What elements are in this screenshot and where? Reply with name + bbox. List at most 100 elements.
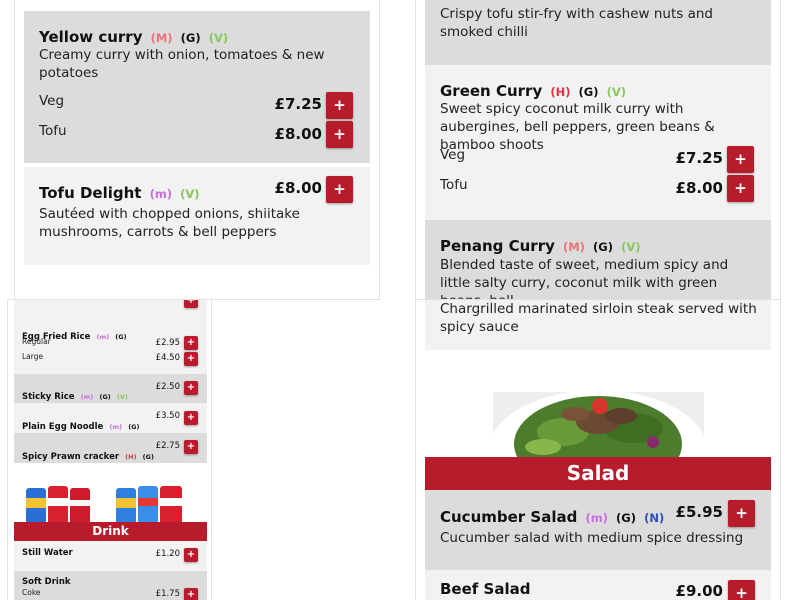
tag-hot: (H): [125, 453, 137, 461]
menu-item-penang-curry: Penang Curry (M) (G) (V) Blended taste o…: [425, 220, 771, 299]
add-to-cart-button[interactable]: +: [184, 548, 198, 562]
menu-item-yellow-curry: Yellow curry (M) (G) (V) Creamy curry wi…: [24, 11, 370, 163]
item-price: £2.75: [155, 441, 180, 451]
item-description: Crispy tofu stir-fry with cashew nuts an…: [440, 6, 713, 40]
salad-image: [493, 392, 704, 458]
tag-gluten: (G): [142, 453, 154, 461]
tag-medium: (M): [562, 240, 585, 254]
variant-label: Tofu: [440, 177, 468, 193]
add-to-cart-button[interactable]: +: [326, 121, 353, 148]
add-to-cart-button[interactable]: +: [184, 352, 198, 366]
item-name: Still Water: [22, 548, 73, 558]
item-name: Tofu Delight: [39, 184, 142, 202]
tag-vegan: (V): [606, 85, 627, 99]
item-name: Green Curry: [440, 82, 543, 100]
tag-gluten: (G): [578, 85, 599, 99]
variant-price: £8.00: [274, 125, 322, 143]
menu-item-soft-drink: Soft Drink Coke £1.75 +: [14, 571, 207, 600]
menu-panel-salads: Chargrilled marinated sirloin steak serv…: [415, 299, 781, 600]
item-description: Sweet spicy coconut milk curry with aube…: [440, 101, 715, 153]
tag-vegan: (V): [208, 31, 229, 45]
variant-label: Large: [22, 352, 44, 361]
tag-medium: (M): [150, 31, 173, 45]
menu-item-beef-salad: Beef Salad £9.00 +: [425, 570, 771, 600]
tag-mild: (m): [96, 333, 110, 341]
tag-gluten: (G): [180, 31, 201, 45]
menu-panel-curries-left: Yellow curry (M) (G) (V) Creamy curry wi…: [14, 0, 380, 300]
drinks-image: [24, 482, 196, 524]
menu-item-spicy-prawn-cracker: Spicy Prawn cracker (H) (G) £2.75 +: [14, 433, 207, 463]
item-description: Blended taste of sweet, medium spicy and…: [440, 257, 729, 299]
item-name: Penang Curry: [440, 237, 555, 255]
item-name: Yellow curry: [39, 28, 143, 46]
tag-mild: (m): [80, 393, 94, 401]
menu-item-still-water: Still Water £1.20 +: [14, 541, 207, 571]
menu-panel-curries-right: Crispy tofu stir-fry with cashew nuts an…: [415, 0, 781, 300]
add-to-cart-button[interactable]: +: [184, 336, 198, 350]
tag-gluten: (G): [593, 240, 613, 254]
variant-price: £4.50: [155, 353, 180, 363]
tag-gluten: (G): [616, 511, 636, 525]
menu-item-plain-egg-noodle: Plain Egg Noodle (m) (G) £3.50 +: [14, 403, 207, 433]
variant-price: £2.95: [155, 338, 180, 348]
tag-mild: (m): [149, 187, 173, 201]
category-banner-drink: Drink: [14, 522, 207, 541]
add-to-cart-button[interactable]: +: [728, 500, 755, 527]
tag-vegan: (V): [180, 187, 200, 201]
item-name: Cucumber Salad: [440, 508, 578, 526]
variant-price: £1.75: [155, 589, 180, 599]
variant-label: Regular: [22, 337, 51, 346]
item-description: Chargrilled marinated sirloin steak serv…: [440, 301, 757, 335]
add-to-cart-button[interactable]: +: [184, 381, 198, 395]
add-to-cart-button[interactable]: +: [184, 440, 198, 454]
variant-price: £8.00: [675, 179, 723, 197]
item-price: £9.00: [675, 582, 723, 600]
item-description: Creamy curry with onion, tomatoes & new …: [39, 47, 325, 81]
menu-item-tofu-delight: Tofu Delight (m) (V) £8.00 + Sautéed wit…: [24, 167, 370, 265]
item-name: Sticky Rice: [22, 392, 75, 402]
item-name: Spicy Prawn cracker: [22, 452, 120, 462]
tag-hot: (H): [550, 85, 571, 99]
item-price: £5.95: [675, 503, 723, 521]
add-to-cart-button[interactable]: +: [326, 92, 353, 119]
tag-mild: (m): [109, 423, 123, 431]
add-to-cart-button[interactable]: +: [727, 175, 754, 202]
add-to-cart-button[interactable]: +: [727, 146, 754, 173]
menu-item-steak: Chargrilled marinated sirloin steak serv…: [425, 300, 771, 350]
tag-gluten: (G): [115, 333, 127, 341]
item-name: Soft Drink: [22, 577, 71, 587]
menu-item-egg-fried-rice: Egg Fried Rice (m) (G) Regular £2.95 + L…: [14, 314, 207, 374]
variant-price: £7.25: [274, 95, 322, 113]
add-to-cart-button[interactable]: +: [728, 580, 755, 600]
tag-vegan: (V): [621, 240, 641, 254]
menu-item-sticky-rice: Sticky Rice (m) (G) (V) £2.50 +: [14, 374, 207, 403]
menu-panel-sides: + Egg Fried Rice (m) (G) Regular £2.95 +…: [7, 299, 212, 600]
variant-label: Tofu: [39, 123, 67, 139]
item-name: Beef Salad: [440, 580, 531, 598]
menu-item-cashew-tofu: Crispy tofu stir-fry with cashew nuts an…: [425, 0, 771, 65]
item-name: Plain Egg Noodle: [22, 422, 104, 432]
tag-gluten: (G): [128, 423, 140, 431]
variant-label: Veg: [39, 93, 65, 109]
tag-gluten: (G): [99, 393, 111, 401]
add-to-cart-button[interactable]: +: [184, 588, 198, 600]
tag-nuts: (N): [644, 511, 665, 525]
menu-item-cucumber-salad: Cucumber Salad (m) (G) (N) £5.95 + Cucum…: [425, 490, 771, 570]
tag-mild: (m): [585, 511, 608, 525]
item-price: £8.00: [274, 179, 322, 197]
item-price: £3.50: [155, 411, 180, 421]
add-to-cart-button[interactable]: +: [184, 411, 198, 425]
menu-item-green-curry: Green Curry (H) (G) (V) Sweet spicy coco…: [425, 65, 771, 220]
tag-vegan: (V): [116, 393, 128, 401]
add-to-cart-button[interactable]: +: [184, 300, 198, 308]
category-banner-salad: Salad: [425, 457, 771, 490]
variant-price: £7.25: [675, 149, 723, 167]
variant-label: Veg: [440, 147, 466, 163]
variant-label: Coke: [22, 588, 41, 597]
item-description: Sautéed with chopped onions, shiitake mu…: [39, 206, 300, 240]
item-price: £1.20: [155, 549, 180, 559]
menu-item-partial: +: [14, 300, 207, 314]
add-to-cart-button[interactable]: +: [326, 176, 353, 203]
item-description: Cucumber salad with medium spice dressin…: [440, 530, 744, 546]
item-price: £2.50: [155, 382, 180, 392]
